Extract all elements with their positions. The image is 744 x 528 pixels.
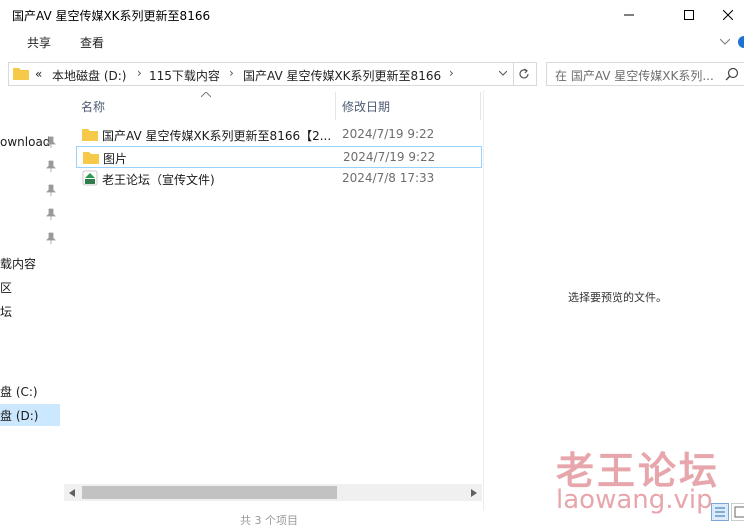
details-view-icon — [715, 507, 725, 517]
address-row: « 本地磁盘 (D:) › 115下载内容 › 国产AV 星空传媒XK系列更新至… — [0, 58, 744, 90]
breadcrumb-item[interactable]: 国产AV 星空传媒XK系列更新至8166 — [243, 67, 441, 84]
pin-icon[interactable] — [46, 184, 56, 196]
breadcrumb-separator[interactable]: › — [449, 66, 454, 80]
file-name: 图片 — [103, 152, 128, 166]
column-divider[interactable] — [335, 92, 336, 120]
search-placeholder: 在 国产AV 星空传媒XK系列... — [555, 69, 714, 83]
scroll-right-icon[interactable] — [471, 489, 477, 497]
folder-icon — [82, 129, 98, 141]
nav-item[interactable]: 坛 — [0, 300, 60, 322]
list-item[interactable]: 老王论坛（宣传文件) 2024/7/8 17:33 — [76, 168, 482, 190]
nav-item-label: 载内容 — [0, 257, 37, 271]
nav-item[interactable] — [0, 204, 60, 226]
address-bar[interactable]: « 本地磁盘 (D:) › 115下载内容 › 国产AV 星空传媒XK系列更新至… — [8, 62, 514, 86]
minimize-icon — [624, 14, 634, 16]
nav-item[interactable] — [0, 156, 60, 178]
nav-item-label: 坛 — [0, 305, 13, 319]
file-date: 2024/7/19 9:22 — [343, 150, 436, 164]
navigation-pane: ownload 载内容 区 坛 盘 (C:) 盘 (D:) — [0, 94, 62, 527]
status-bar-text: 共 3 个项目 — [240, 514, 298, 527]
chevron-down-icon[interactable] — [720, 39, 730, 45]
breadcrumb-overflow[interactable]: « — [35, 67, 42, 81]
column-divider[interactable] — [480, 92, 481, 120]
large-icons-view-icon — [734, 506, 744, 518]
list-item[interactable]: 国产AV 星空传媒XK系列更新至8166【2... 2024/7/19 9:22 — [76, 124, 482, 146]
window-title: 国产AV 星空传媒XK系列更新至8166 — [12, 9, 211, 23]
breadcrumb-separator[interactable]: › — [137, 66, 142, 80]
list-item[interactable]: 图片 2024/7/19 9:22 — [76, 146, 482, 168]
tab-view[interactable]: 查看 — [80, 34, 104, 51]
folder-icon — [83, 152, 99, 164]
close-icon — [723, 10, 733, 20]
file-name: 国产AV 星空传媒XK系列更新至8166【2... — [102, 129, 332, 143]
search-icon[interactable] — [725, 67, 739, 81]
nav-item-drive-d[interactable]: 盘 (D:) — [0, 404, 60, 426]
minimize-button[interactable] — [606, 0, 652, 30]
preview-message: 选择要预览的文件。 — [568, 291, 667, 304]
nav-item-drive-c[interactable]: 盘 (C:) — [0, 380, 60, 402]
large-icons-view-button[interactable] — [731, 503, 744, 521]
tab-share[interactable]: 共享 — [27, 34, 51, 51]
nav-item[interactable]: 区 — [0, 276, 60, 298]
nav-item[interactable] — [0, 180, 60, 202]
column-header-modified[interactable]: 修改日期 — [342, 98, 390, 115]
file-name: 老王论坛（宣传文件) — [102, 173, 215, 187]
pin-icon[interactable] — [46, 208, 56, 220]
maximize-icon — [684, 10, 694, 20]
file-date: 2024/7/8 17:33 — [342, 171, 435, 185]
breadcrumb-item[interactable]: 本地磁盘 (D:) — [52, 67, 126, 84]
ribbon-tabs: 共享 查看 — [0, 30, 744, 56]
nav-item[interactable] — [0, 228, 60, 250]
sort-ascending-icon — [201, 92, 211, 98]
nav-item-label: 盘 (D:) — [0, 409, 39, 423]
pin-icon[interactable] — [46, 232, 56, 244]
shortcut-icon — [82, 170, 98, 186]
file-date: 2024/7/19 9:22 — [342, 127, 435, 141]
search-input[interactable]: 在 国产AV 星空传媒XK系列... — [546, 62, 744, 86]
pin-icon[interactable] — [46, 160, 56, 172]
nav-item-label: ownload — [0, 135, 51, 149]
help-icon[interactable] — [738, 36, 744, 48]
file-list: 名称 修改日期 国产AV 星空传媒XK系列更新至8166【2... 2024/7… — [64, 90, 482, 500]
column-header-name[interactable]: 名称 — [81, 98, 105, 115]
breadcrumb-separator[interactable]: › — [229, 66, 234, 80]
scrollbar-thumb[interactable] — [82, 486, 337, 499]
nav-item-downloads-115[interactable]: 载内容 — [0, 252, 60, 274]
chevron-down-icon[interactable] — [499, 71, 507, 76]
scroll-left-icon[interactable] — [69, 489, 75, 497]
refresh-icon — [519, 68, 529, 79]
maximize-button[interactable] — [666, 0, 712, 30]
nav-item-label: 盘 (C:) — [0, 385, 38, 399]
breadcrumb-item[interactable]: 115下载内容 — [149, 67, 220, 84]
refresh-button[interactable] — [512, 62, 537, 86]
details-view-button[interactable] — [711, 503, 729, 521]
folder-icon — [13, 68, 29, 80]
pin-icon[interactable] — [46, 136, 56, 148]
pane-divider[interactable] — [483, 90, 484, 510]
title-bar: 国产AV 星空传媒XK系列更新至8166 — [0, 0, 744, 30]
horizontal-scrollbar[interactable] — [64, 484, 482, 501]
nav-item-label: 区 — [0, 281, 13, 295]
nav-item-downloads[interactable]: ownload — [0, 132, 60, 154]
close-button[interactable] — [712, 0, 744, 30]
watermark-url: laowang.vip — [556, 485, 713, 515]
